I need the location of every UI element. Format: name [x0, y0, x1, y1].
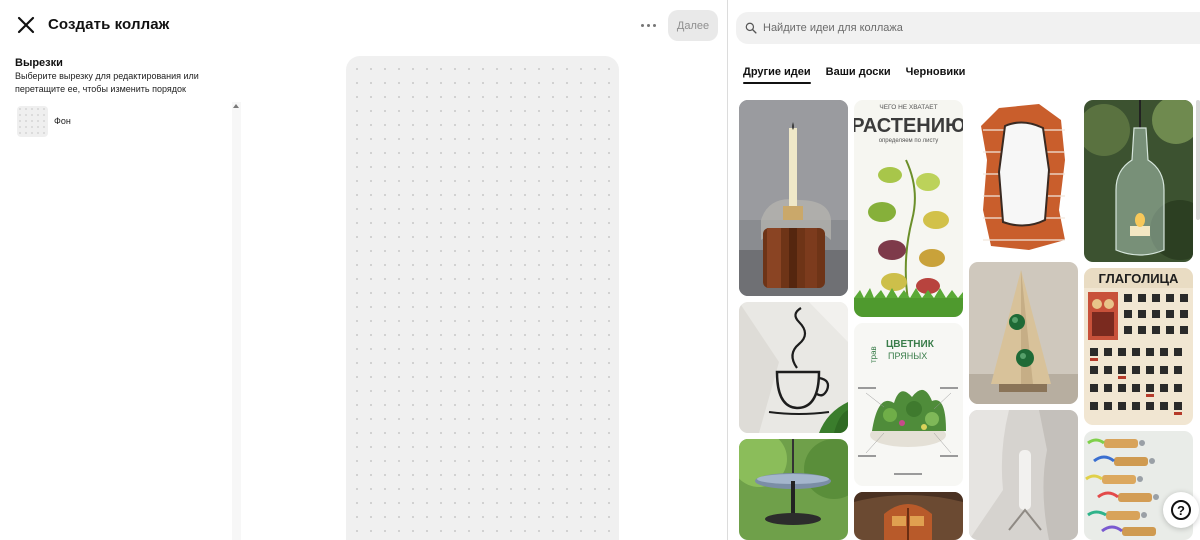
pin-herb-garden-poster[interactable]: трав ЦВЕТНИК ПРЯНЫХ — [854, 323, 963, 486]
close-icon[interactable] — [14, 13, 38, 37]
ideas-scrollbar[interactable] — [1196, 100, 1200, 220]
pin-plant-leaves-poster[interactable]: ЧЕГО НЕ ХВАТАЕТ РАСТЕНИЮ определяем по л… — [854, 100, 963, 317]
poster-text: трав — [869, 346, 878, 363]
layer-thumbnail — [17, 105, 48, 137]
tab-your-boards[interactable]: Ваши доски — [826, 66, 891, 84]
pin-candle-holder[interactable] — [739, 100, 848, 296]
layer-label: Фон — [54, 116, 71, 126]
page-title: Создать коллаж — [48, 16, 170, 33]
pane-divider — [727, 0, 728, 540]
poster-text: ЧЕГО НЕ ХВАТАЕТ — [879, 104, 937, 111]
pin-bottle-lantern[interactable] — [1084, 100, 1193, 262]
pin-wire-cup-art[interactable] — [739, 302, 848, 433]
collage-editor-app: Создать коллаж Далее Вырезки Выберите вы… — [0, 0, 1200, 540]
pin-brick-wall-mirror[interactable] — [969, 100, 1078, 256]
cuts-heading: Вырезки — [15, 57, 63, 69]
pin-white-sculpture[interactable] — [969, 410, 1078, 540]
help-icon[interactable]: ? — [1163, 492, 1199, 528]
pin-glagolitsa-poster[interactable]: ГЛАГОЛИЦА — [1084, 268, 1193, 425]
editor-pane: Создать коллаж Далее Вырезки Выберите вы… — [0, 0, 727, 540]
tab-other-ideas[interactable]: Другие идеи — [743, 66, 811, 84]
scroll-up-arrow-icon[interactable] — [233, 104, 239, 108]
poster-text: ЦВЕТНИК — [886, 339, 935, 350]
pin-wooden-tree-decor[interactable] — [969, 262, 1078, 404]
help-glyph: ? — [1171, 500, 1191, 520]
poster-text: определяем по листу — [879, 138, 939, 144]
search-bar[interactable] — [736, 12, 1200, 44]
collage-canvas[interactable] — [346, 56, 619, 540]
layer-item-background[interactable]: Фон — [17, 105, 227, 137]
cuts-description: Выберите вырезку для редактирования или … — [15, 71, 199, 94]
idea-tabs: Другие идеи Ваши доски Черновики — [743, 66, 980, 86]
more-dots-icon[interactable] — [636, 14, 660, 36]
poster-text: ПРЯНЫХ — [888, 351, 927, 361]
poster-text: РАСТЕНИЮ — [854, 115, 963, 137]
tab-drafts[interactable]: Черновики — [906, 66, 966, 84]
poster-title: ГЛАГОЛИЦА — [1099, 271, 1180, 286]
pin-fairy-door[interactable] — [854, 492, 963, 540]
next-button[interactable]: Далее — [668, 10, 718, 41]
search-input[interactable] — [763, 22, 1163, 34]
layer-list-scrollbar[interactable] — [232, 102, 241, 540]
search-icon — [745, 22, 757, 34]
pin-bird-feeder[interactable] — [739, 439, 848, 540]
